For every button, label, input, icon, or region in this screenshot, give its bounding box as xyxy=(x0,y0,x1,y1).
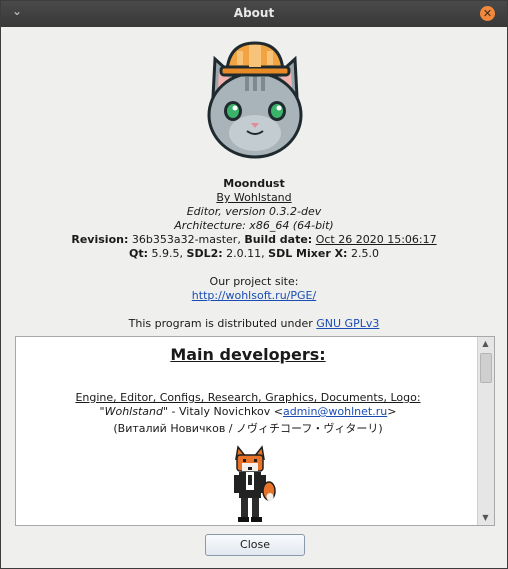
credits-author-line: "Wohlstand" - Vitaly Novichkov <admin@wo… xyxy=(16,405,480,418)
close-window-icon[interactable]: ✕ xyxy=(480,6,495,21)
credits-scrollbar[interactable]: ▲ ▼ xyxy=(477,337,494,525)
revision-line: Revision: 36b353a32-master, Build date: … xyxy=(1,233,507,246)
title-bar: ⌄ About ✕ xyxy=(1,1,507,27)
window-title: About xyxy=(233,6,275,20)
author-email-link[interactable]: admin@wohlnet.ru xyxy=(283,405,387,418)
author-name: - Vitaly Novichkov < xyxy=(171,405,283,418)
license-prefix: This program is distributed under xyxy=(128,317,313,330)
scroll-down-icon[interactable]: ▼ xyxy=(478,511,493,525)
library-versions: Qt: 5.9.5, SDL2: 2.0.11, SDL Mixer X: 2.… xyxy=(1,247,507,260)
scroll-up-icon[interactable]: ▲ xyxy=(478,337,493,351)
site-label: Our project site: xyxy=(209,275,299,288)
license-line: This program is distributed under GNU GP… xyxy=(1,317,507,330)
sdl-mixer-label: SDL Mixer X: xyxy=(268,247,348,260)
credits-heading: Main developers: xyxy=(170,345,326,364)
architecture: Architecture: x86_64 (64-bit) xyxy=(174,219,334,232)
sdl2-label: SDL2: xyxy=(186,247,223,260)
sdl-mixer-value: 2.5.0 xyxy=(350,247,379,260)
site-link-row: http://wohlsoft.ru/PGE/ xyxy=(1,289,507,302)
qt-value: 5.9.5, xyxy=(151,247,184,260)
close-button[interactable]: Close xyxy=(205,534,305,556)
build-date-label: Build date: xyxy=(244,233,313,246)
app-name: Moondust xyxy=(223,177,285,190)
scrollbar-thumb[interactable] xyxy=(480,353,492,383)
about-dialog: ⌄ About ✕ Moondust By Wohlstand Editor, … xyxy=(0,0,508,569)
author-nick: "Wohlstand" xyxy=(99,405,169,418)
build-date-value: Oct 26 2020 15:06:17 xyxy=(315,233,437,246)
fox-mascot-image xyxy=(234,445,276,522)
author-native-name: (Виталий Новичков / ノヴィチコーフ・ヴィターリ) xyxy=(113,422,383,435)
moondust-cat-logo xyxy=(207,41,303,159)
credits-panel[interactable]: Main developers: Engine, Editor, Configs… xyxy=(15,336,495,526)
revision-value: 36b353a32-master, xyxy=(131,233,241,246)
revision-label: Revision: xyxy=(71,233,129,246)
author-email-close: > xyxy=(387,405,397,418)
author-by-line: By Wohlstand xyxy=(216,191,292,204)
editor-version: Editor, version 0.3.2-dev xyxy=(186,205,322,218)
site-link[interactable]: http://wohlsoft.ru/PGE/ xyxy=(192,289,316,302)
qt-label: Qt: xyxy=(129,247,149,260)
sdl2-value: 2.0.11, xyxy=(226,247,265,260)
credits-role-line: Engine, Editor, Configs, Research, Graph… xyxy=(75,391,421,404)
license-link[interactable]: GNU GPLv3 xyxy=(316,317,379,330)
